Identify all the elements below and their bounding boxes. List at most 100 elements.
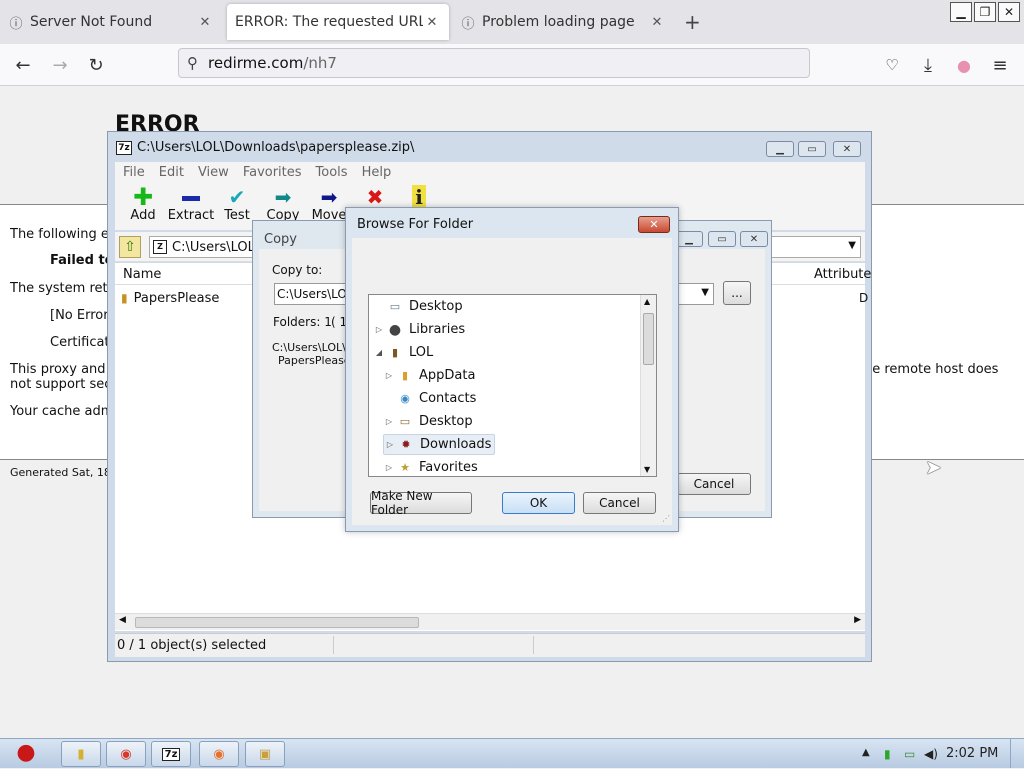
battery-icon[interactable]: ▭ bbox=[904, 747, 915, 761]
window-title: 7z C:\Users\LOL\Downloads\papersplease.z… bbox=[116, 140, 414, 155]
expander-icon[interactable]: ▷ bbox=[383, 417, 395, 426]
scroll-down-icon[interactable]: ▼ bbox=[644, 465, 650, 474]
error-text: The system retu bbox=[10, 281, 116, 296]
scroll-thumb[interactable] bbox=[135, 617, 419, 628]
info-button[interactable]: i bbox=[395, 185, 443, 209]
show-desktop-button[interactable] bbox=[1010, 739, 1023, 768]
menu-help[interactable]: Help bbox=[362, 165, 392, 180]
tab-error[interactable]: ERROR: The requested URL could not be re… bbox=[227, 4, 449, 40]
taskbar-folder[interactable]: ▣ bbox=[245, 741, 285, 767]
add-button[interactable]: ✚ Add bbox=[119, 183, 167, 223]
menu-file[interactable]: File bbox=[123, 165, 145, 180]
tree-item-lol-desktop[interactable]: ▷ ▭ Desktop bbox=[383, 411, 473, 432]
minimize-window-button[interactable]: ▁ bbox=[950, 2, 972, 22]
url-path: /nh7 bbox=[303, 54, 337, 72]
tree-item-lol[interactable]: ◢ ▮ LOL bbox=[373, 342, 433, 363]
expander-icon[interactable]: ◢ bbox=[373, 348, 385, 357]
reload-button[interactable]: ↻ bbox=[83, 52, 109, 78]
horizontal-scrollbar[interactable]: ◀ ▶ bbox=[115, 613, 865, 630]
close-icon[interactable]: ✕ bbox=[648, 15, 666, 30]
taskbar-7zip[interactable]: 7z bbox=[151, 741, 191, 767]
taskbar: ● ▮ ◉ 7z ◉ ▣ ▲ ▮ ▭ ◀) 2:02 PM bbox=[0, 738, 1024, 768]
cancel-button[interactable]: Cancel bbox=[677, 473, 751, 495]
copy-path: C:\Users\LOL\ bbox=[272, 341, 346, 354]
table-row[interactable]: ▮ PapersPlease bbox=[121, 289, 219, 307]
column-name[interactable]: Name bbox=[123, 267, 161, 282]
expander-icon[interactable]: ▷ bbox=[373, 325, 385, 334]
network-icon[interactable]: ▮ bbox=[884, 747, 891, 761]
back-button[interactable]: ← bbox=[10, 52, 36, 78]
copy-to-label: Copy to: bbox=[272, 263, 323, 277]
add-label: Add bbox=[130, 208, 156, 223]
new-tab-button[interactable]: + bbox=[684, 10, 701, 34]
delete-button[interactable]: ✖ bbox=[351, 186, 399, 208]
restore-window-button[interactable]: ❐ bbox=[974, 2, 996, 22]
tab-problem-loading[interactable]: ⓘ Problem loading page ✕ bbox=[452, 4, 674, 40]
menu-icon[interactable]: ≡ bbox=[987, 52, 1013, 78]
tree-item-contacts[interactable]: ◉ Contacts bbox=[383, 388, 476, 409]
scroll-thumb[interactable] bbox=[643, 313, 654, 365]
folder-icon: ▮ bbox=[77, 746, 85, 762]
tab-server-not-found[interactable]: ⓘ Server Not Found ✕ bbox=[0, 4, 222, 40]
menu-edit[interactable]: Edit bbox=[159, 165, 184, 180]
pocket-icon[interactable]: ♡ bbox=[879, 52, 905, 78]
dropdown-arrow-icon[interactable]: ▼ bbox=[848, 240, 856, 251]
close-button[interactable]: ✕ bbox=[740, 231, 768, 247]
maximize-button[interactable]: ▭ bbox=[798, 141, 826, 157]
add-icon: ✚ bbox=[132, 183, 154, 211]
show-hidden-icons-icon[interactable]: ▲ bbox=[862, 747, 870, 758]
menu-favorites[interactable]: Favorites bbox=[243, 165, 302, 180]
clock[interactable]: 2:02 PM bbox=[946, 746, 998, 761]
tree-item-libraries[interactable]: ▷ ● Libraries bbox=[373, 319, 465, 340]
extract-button[interactable]: Extract bbox=[167, 186, 215, 223]
close-button[interactable]: ✕ bbox=[833, 141, 861, 157]
error-text: not support sec bbox=[10, 377, 112, 392]
vertical-scrollbar[interactable]: ▲ ▼ bbox=[640, 295, 656, 476]
expander-icon[interactable]: ▷ bbox=[383, 371, 395, 380]
start-button[interactable]: ● bbox=[2, 735, 50, 769]
tree-item-favorites[interactable]: ▷ ★ Favorites bbox=[383, 457, 478, 476]
scroll-right-icon[interactable]: ▶ bbox=[854, 615, 861, 625]
close-button[interactable]: ✕ bbox=[638, 216, 670, 233]
taskbar-firefox[interactable]: ◉ bbox=[199, 741, 239, 767]
close-window-button[interactable]: ✕ bbox=[998, 2, 1020, 22]
forward-button[interactable]: → bbox=[47, 52, 73, 78]
extension-icon[interactable]: ● bbox=[951, 52, 977, 78]
menu-tools[interactable]: Tools bbox=[316, 165, 348, 180]
folder-icon: ▮ bbox=[121, 291, 128, 305]
taskbar-chrome[interactable]: ◉ bbox=[106, 741, 146, 767]
search-icon: ⚲ bbox=[187, 54, 198, 72]
error-text: Your cache adm bbox=[10, 404, 114, 419]
scroll-left-icon[interactable]: ◀ bbox=[119, 615, 126, 625]
folder-tree[interactable]: ▭ Desktop ▷ ● Libraries ◢ ▮ LOL ▷ ▮ AppD… bbox=[368, 294, 657, 477]
minimize-button[interactable]: ▁ bbox=[766, 141, 794, 157]
copy-button[interactable]: ➡ Copy bbox=[259, 186, 307, 223]
column-attributes[interactable]: Attribute bbox=[814, 267, 871, 282]
maximize-button[interactable]: ▭ bbox=[708, 231, 736, 247]
close-icon[interactable]: ✕ bbox=[196, 15, 214, 30]
taskbar-explorer[interactable]: ▮ bbox=[61, 741, 101, 767]
tree-item-appdata[interactable]: ▷ ▮ AppData bbox=[383, 365, 476, 386]
test-button[interactable]: ✔ Test bbox=[213, 186, 261, 223]
close-icon[interactable]: ✕ bbox=[423, 15, 441, 30]
dropdown-arrow-icon[interactable]: ▼ bbox=[701, 287, 709, 298]
minimize-button[interactable]: ▁ bbox=[675, 231, 703, 247]
tree-item-desktop[interactable]: ▭ Desktop bbox=[373, 296, 463, 317]
tree-item-downloads[interactable]: ▷ ✹ Downloads bbox=[383, 434, 496, 455]
ok-button[interactable]: OK bbox=[502, 492, 575, 514]
make-new-folder-button[interactable]: Make New Folder bbox=[370, 489, 472, 517]
tab-title: Problem loading page bbox=[482, 14, 635, 30]
scroll-up-icon[interactable]: ▲ bbox=[644, 297, 650, 306]
window-title-text: C:\Users\LOL\Downloads\papersplease.zip\ bbox=[137, 140, 415, 155]
browse-button[interactable]: ... bbox=[723, 281, 751, 305]
menu-view[interactable]: View bbox=[198, 165, 229, 180]
downloads-icon[interactable]: ⤓ bbox=[915, 52, 941, 78]
volume-icon[interactable]: ◀) bbox=[924, 747, 938, 761]
url-bar[interactable]: ⚲ redirme.com/nh7 bbox=[178, 48, 810, 78]
resize-grip-icon[interactable]: ⋰ bbox=[662, 514, 670, 523]
folder-up-icon[interactable]: ⇧ bbox=[119, 236, 141, 258]
expander-icon[interactable]: ▷ bbox=[383, 463, 395, 472]
error-text: Failed to bbox=[50, 253, 114, 268]
expander-icon[interactable]: ▷ bbox=[384, 440, 396, 449]
cancel-button[interactable]: Cancel bbox=[583, 492, 656, 514]
